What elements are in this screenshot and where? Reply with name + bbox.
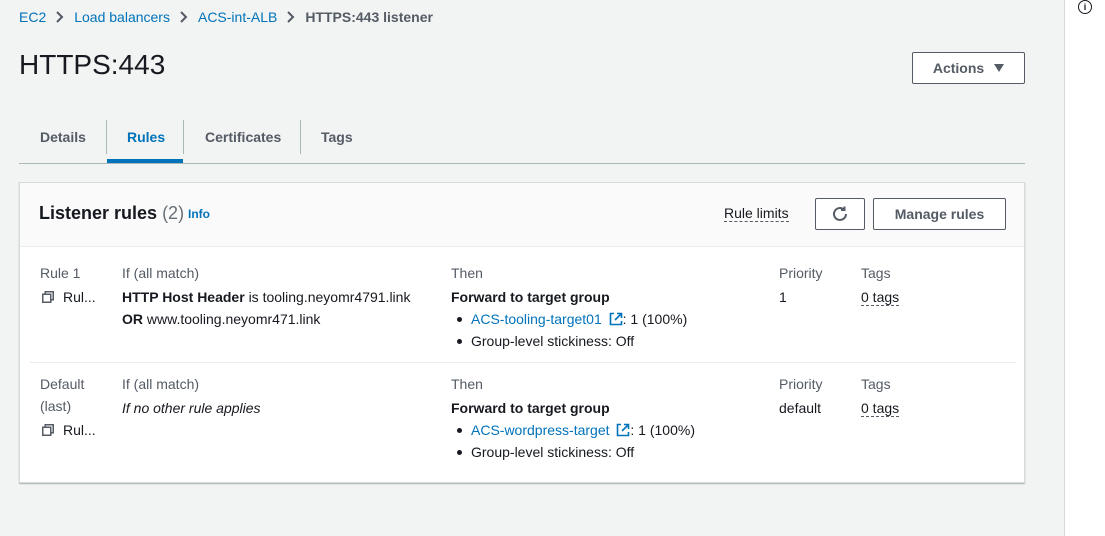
then-header: Then — [451, 376, 483, 392]
rule-name-line2: (last) — [40, 398, 72, 414]
help-panel-rail: i — [1064, 0, 1105, 536]
breadcrumb-ec2[interactable]: EC2 — [19, 9, 46, 25]
tab-rules[interactable]: Rules — [127, 120, 165, 154]
refresh-button[interactable] — [815, 198, 865, 230]
tab-bar: Details Rules Certificates Tags — [19, 110, 1025, 164]
copy-icon[interactable] — [42, 291, 54, 303]
tab-divider — [183, 120, 184, 154]
priority-header: Priority — [779, 265, 823, 281]
rule-action: Forward to target group ACS-tooling-targ… — [451, 286, 771, 352]
tags-link[interactable]: 0 tags — [861, 400, 900, 417]
tags-header: Tags — [861, 265, 891, 281]
rule-priority: 1 — [779, 289, 787, 305]
breadcrumb-current: HTTPS:443 listener — [305, 9, 433, 25]
list-item: ACS-wordpress-target : 1 (100%) — [457, 419, 771, 441]
info-icon[interactable]: i — [1078, 0, 1092, 14]
target-weight: : 1 (100%) — [622, 311, 688, 327]
rule-arn-text: Rul... — [63, 289, 96, 305]
tags-link[interactable]: 0 tags — [861, 289, 900, 306]
copy-icon[interactable] — [42, 424, 54, 436]
rule-name-line1: Default — [40, 376, 85, 392]
condition-or-value: www.tooling.neyomr471.link — [146, 311, 321, 327]
rule-condition: If no other rule applies — [122, 400, 261, 416]
condition-header: If (all match) — [122, 376, 200, 392]
rule-limits-link[interactable]: Rule limits — [724, 205, 789, 222]
condition-value: tooling.neyomr4791.link — [262, 289, 411, 305]
chevron-right-icon — [287, 11, 295, 23]
breadcrumb: EC2 Load balancers ACS-int-ALB HTTPS:443… — [19, 9, 433, 25]
rule-arn[interactable]: Rul... — [42, 419, 96, 441]
actions-button[interactable]: Actions — [912, 52, 1025, 84]
list-item: ACS-tooling-target01 : 1 (100%) — [457, 308, 771, 330]
external-link-icon[interactable] — [616, 423, 630, 437]
list-item: Group-level stickiness: Off — [457, 330, 771, 352]
refresh-icon — [833, 206, 847, 221]
active-tab-indicator — [107, 159, 183, 163]
panel-title: Listener rules (2) — [39, 203, 184, 224]
rule-condition: HTTP Host Header is tooling.neyomr4791.l… — [122, 286, 442, 330]
action-label: Forward to target group — [451, 289, 610, 305]
rule-row: Default (last) Rul... If (all match) If … — [30, 362, 1016, 477]
tab-details[interactable]: Details — [40, 120, 86, 154]
actions-label: Actions — [932, 60, 985, 76]
breadcrumb-acs-int-alb[interactable]: ACS-int-ALB — [198, 9, 277, 25]
target-weight: : 1 (100%) — [630, 422, 695, 438]
rule-name: Default (last) — [40, 373, 84, 417]
rule-priority: default — [779, 400, 822, 416]
tab-tags[interactable]: Tags — [321, 120, 353, 154]
page-title: HTTPS:443 — [19, 49, 166, 80]
rule-tags: 0 tags — [861, 397, 900, 419]
rule-count: (2) — [162, 203, 185, 223]
caret-down-icon — [994, 64, 1005, 72]
tags-header: Tags — [861, 376, 891, 392]
breadcrumb-load-balancers[interactable]: Load balancers — [74, 9, 170, 25]
tab-certificates[interactable]: Certificates — [205, 120, 281, 154]
info-link[interactable]: Info — [188, 207, 210, 221]
panel-header: Listener rules (2) Info Rule limits Mana… — [20, 183, 1024, 247]
condition-header: If (all match) — [122, 265, 200, 281]
tab-divider — [300, 120, 301, 154]
target-group-link[interactable]: ACS-tooling-target01 — [471, 311, 602, 327]
main-content: EC2 Load balancers ACS-int-ALB HTTPS:443… — [0, 0, 1064, 536]
rule-tags: 0 tags — [861, 286, 900, 308]
rule-row: Rule 1 Rul... If (all match) HTTP Host H… — [30, 246, 1016, 363]
external-link-icon[interactable] — [609, 312, 623, 326]
chevron-right-icon — [180, 11, 188, 23]
listener-rules-panel: Listener rules (2) Info Rule limits Mana… — [19, 182, 1025, 483]
priority-header: Priority — [779, 376, 823, 392]
chevron-right-icon — [56, 11, 64, 23]
rule-arn[interactable]: Rul... — [42, 286, 96, 308]
condition-or: OR — [122, 311, 143, 327]
manage-rules-button[interactable]: Manage rules — [873, 198, 1006, 230]
then-header: Then — [451, 265, 483, 281]
condition-key: HTTP Host Header — [122, 289, 245, 305]
action-label: Forward to target group — [451, 400, 610, 416]
action-details: ACS-wordpress-target : 1 (100%) Group-le… — [451, 419, 771, 463]
tab-divider — [106, 120, 107, 154]
panel-title-text: Listener rules — [39, 203, 158, 223]
target-group-link[interactable]: ACS-wordpress-target — [471, 422, 610, 438]
rule-arn-text: Rul... — [63, 422, 96, 438]
condition-is: is — [248, 289, 259, 305]
action-details: ACS-tooling-target01 : 1 (100%) Group-le… — [451, 308, 771, 352]
rule-action: Forward to target group ACS-wordpress-ta… — [451, 397, 771, 463]
list-item: Group-level stickiness: Off — [457, 441, 771, 463]
rule-name: Rule 1 — [40, 265, 81, 281]
